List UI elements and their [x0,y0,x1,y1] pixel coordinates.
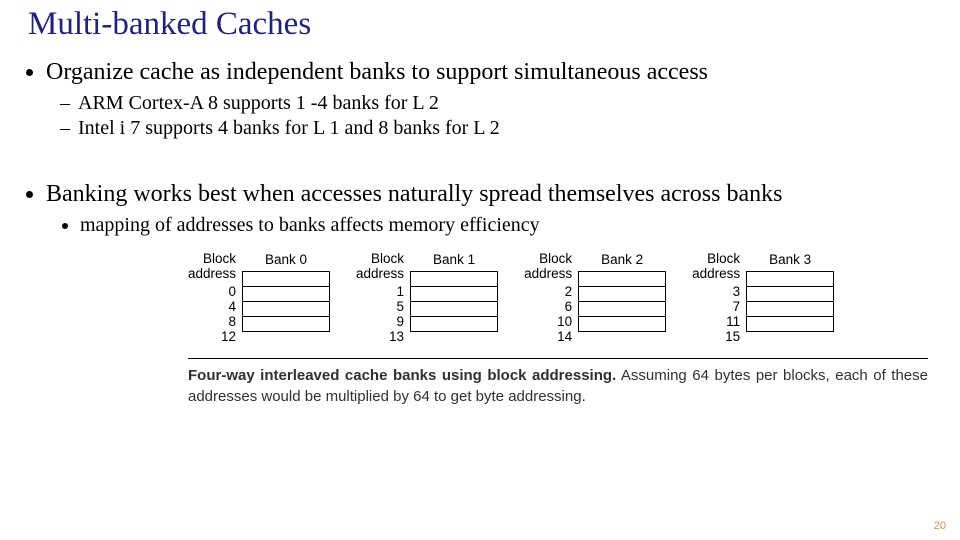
bullet-2-text: Banking works best when accesses natural… [46,181,782,207]
bullet-list-2: Banking works best when accesses natural… [28,179,932,238]
table-row [747,317,833,331]
table-row [411,317,497,331]
bank-3: Blockaddress 371115 Bank 3 [692,252,834,344]
bank-1: Blockaddress 15913 Bank 1 [356,252,498,344]
bank-table [242,271,330,332]
bullet-1-text: Organize cache as independent banks to s… [46,59,708,85]
bullet-2a: mapping of addresses to banks affects me… [80,213,932,238]
table-row [747,287,833,302]
block-address-header: Blockaddress [524,252,572,282]
bullet-1a: ARM Cortex-A 8 supports 1 -4 banks for L… [60,91,932,116]
table-row [411,272,497,287]
block-address-value: 2 [524,284,572,299]
table-row [747,302,833,317]
bank-diagram: Blockaddress04812Bank 0Blockaddress15913… [188,252,932,344]
bank-2: Blockaddress 261014 Bank 2 [524,252,666,344]
block-address-header: Blockaddress [692,252,740,282]
table-row [243,302,329,317]
block-address-value: 1 [356,284,404,299]
block-address-value: 8 [188,314,236,329]
block-address-value: 11 [692,314,740,329]
table-row [243,272,329,287]
table-row [411,287,497,302]
bank-label: Bank 1 [410,252,498,267]
table-row [579,302,665,317]
block-address-value: 4 [188,299,236,314]
bank-table [578,271,666,332]
caption-bold: Four-way interleaved cache banks using b… [188,367,616,384]
table-row [747,272,833,287]
block-address-value: 6 [524,299,572,314]
bank-label: Bank 2 [578,252,666,267]
block-address-value: 13 [356,329,404,344]
block-address-value: 12 [188,329,236,344]
bullet-2: Banking works best when accesses natural… [46,179,932,238]
block-address-value: 3 [692,284,740,299]
figure-caption: Four-way interleaved cache banks using b… [188,358,928,409]
block-address-value: 0 [188,284,236,299]
bank-label: Bank 3 [746,252,834,267]
table-row [579,317,665,331]
block-address-header: Blockaddress [356,252,404,282]
block-address-value: 14 [524,329,572,344]
block-address-value: 9 [356,314,404,329]
bullet-list: Organize cache as independent banks to s… [28,57,932,141]
bank-label: Bank 0 [242,252,330,267]
table-row [579,272,665,287]
block-address-value: 10 [524,314,572,329]
bullet-1b: Intel i 7 supports 4 banks for L 1 and 8… [60,116,932,141]
block-address-value: 15 [692,329,740,344]
slide-title: Multi-banked Caches [28,6,932,43]
table-row [579,287,665,302]
block-address-header: Blockaddress [188,252,236,282]
bank-table [746,271,834,332]
bank-table [410,271,498,332]
table-row [411,302,497,317]
page-number: 20 [934,520,946,532]
bank-0: Blockaddress 04812 Bank 0 [188,252,330,344]
block-address-value: 5 [356,299,404,314]
table-row [243,317,329,331]
block-address-value: 7 [692,299,740,314]
bullet-1: Organize cache as independent banks to s… [46,57,932,141]
table-row [243,287,329,302]
